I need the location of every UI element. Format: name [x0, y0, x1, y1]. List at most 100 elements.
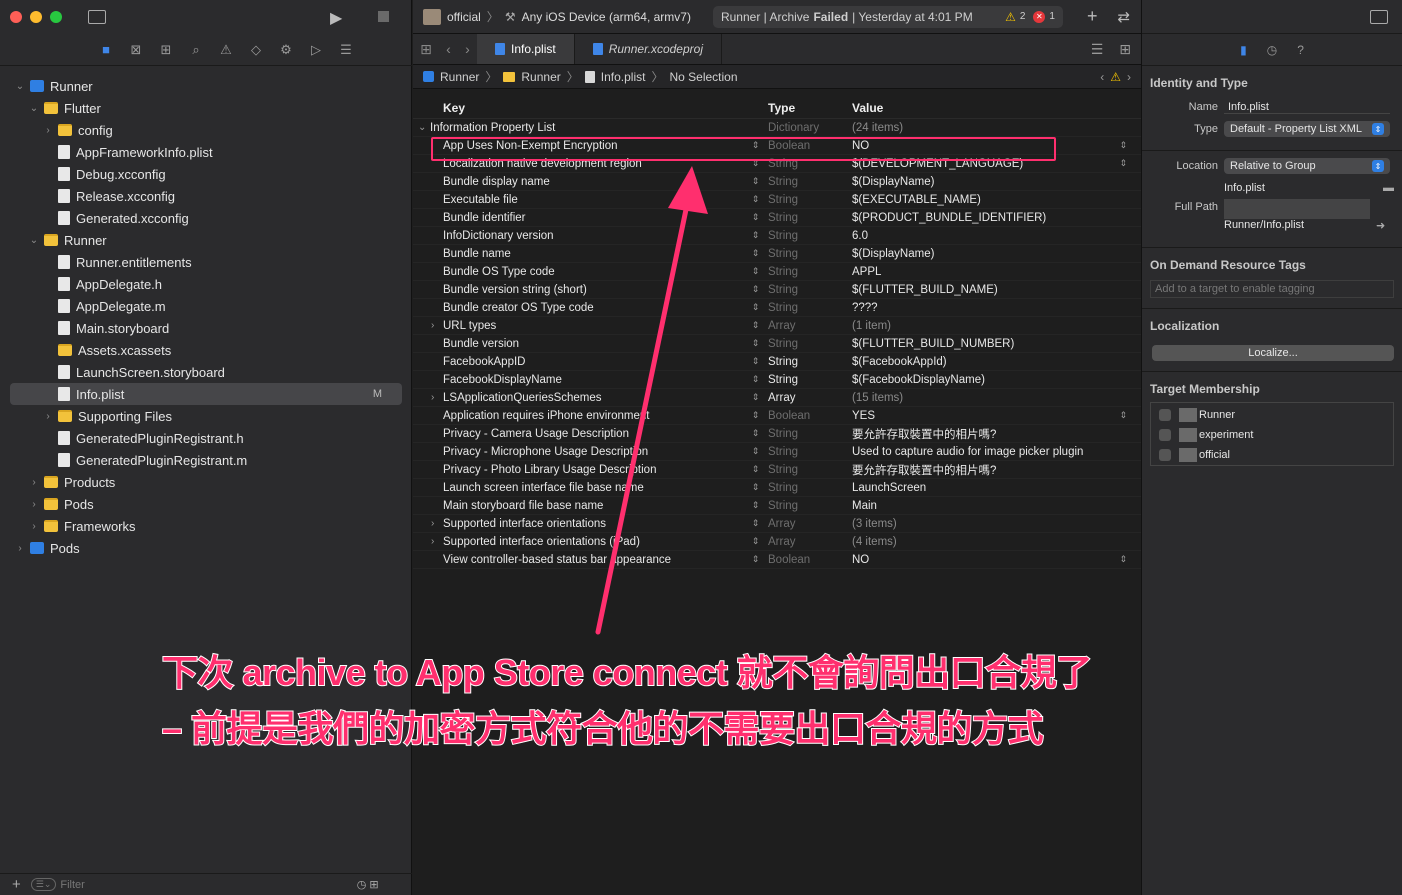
key-stepper-icon[interactable]: ⇕ [743, 500, 768, 511]
scheme-selector[interactable]: official 〉 ⚒ Any iOS Device (arm64, armv… [423, 8, 691, 25]
navigator-item[interactable]: Assets.xcassets [0, 339, 412, 361]
run-icon[interactable]: ▶ [330, 8, 342, 28]
plist-value[interactable]: $(FLUTTER_BUILD_NAME) [852, 284, 1141, 296]
key-stepper-icon[interactable]: ⇕ [743, 284, 768, 295]
plist-row[interactable]: Application requires iPhone environment ⇕… [413, 407, 1141, 425]
plist-value[interactable]: $(EXECUTABLE_NAME) [852, 194, 1141, 206]
key-stepper-icon[interactable]: ⇕ [743, 410, 768, 421]
jumpbar-selection[interactable]: No Selection [669, 70, 737, 84]
localize-button[interactable]: Localize... [1152, 345, 1394, 361]
plist-type[interactable]: String [768, 464, 852, 476]
disclosure-icon[interactable]: › [28, 499, 40, 510]
breakpoint-icon[interactable]: ▷ [308, 42, 324, 58]
navigator-item[interactable]: AppDelegate.h [0, 273, 412, 295]
plist-type[interactable]: String [768, 284, 852, 296]
plist-key[interactable]: InfoDictionary version [413, 230, 743, 242]
stop-icon[interactable] [378, 11, 389, 22]
plist-key[interactable]: FacebookAppID [413, 356, 743, 368]
plist-key[interactable]: Supported interface orientations (iPad) [413, 536, 743, 548]
navigator-item[interactable]: ⌄ Flutter [0, 97, 412, 119]
value-stepper-icon[interactable]: ⇕ [1119, 554, 1127, 565]
plist-row[interactable]: Bundle creator OS Type code ⇕ String???? [413, 299, 1141, 317]
key-stepper-icon[interactable]: ⇕ [743, 482, 768, 493]
value-stepper-icon[interactable]: ⇕ [1119, 410, 1127, 421]
plist-key[interactable]: Privacy - Microphone Usage Description [413, 446, 743, 458]
navigator-item[interactable]: AppFrameworkInfo.plist [0, 141, 412, 163]
plist-key[interactable]: FacebookDisplayName [413, 374, 743, 386]
key-stepper-icon[interactable]: ⇕ [743, 302, 768, 313]
disclosure-icon[interactable]: › [42, 125, 54, 136]
plist-row[interactable]: Launch screen interface file base name ⇕ S… [413, 479, 1141, 497]
plist-row[interactable]: › LSApplicationQueriesSchemes ⇕ Array (15 it… [413, 389, 1141, 407]
plist-value[interactable]: Main [852, 500, 1141, 512]
plist-key[interactable]: Bundle name [413, 248, 743, 260]
plist-type[interactable]: Array [768, 518, 852, 530]
plist-row[interactable]: FacebookAppID ⇕ String $(FacebookAppId) [413, 353, 1141, 371]
key-stepper-icon[interactable]: ⇕ [743, 392, 768, 403]
plist-row[interactable]: › Supported interface orientations (iPad)… [413, 533, 1141, 551]
disclosure-icon[interactable]: › [28, 521, 40, 532]
navigator-item[interactable]: LaunchScreen.storyboard [0, 361, 412, 383]
project-navigator-icon[interactable]: ■ [98, 42, 114, 58]
plist-value[interactable]: 要允許存取裝置中的相片嗎? [852, 462, 1141, 478]
plist-key[interactable]: Launch screen interface file base name [413, 482, 743, 494]
target-checkbox[interactable] [1159, 449, 1171, 461]
plist-value[interactable]: $(FacebookDisplayName) [852, 374, 1141, 386]
filter-field[interactable]: ☰⌄ Filter [30, 877, 351, 893]
plist-type[interactable]: Boolean [768, 554, 852, 566]
tab-runner-xcodeproj[interactable]: Runner.xcodeproj [575, 34, 722, 64]
plist-type[interactable]: String [768, 446, 852, 458]
editor-options-icon[interactable]: ☰ [1091, 41, 1104, 58]
navigator-item[interactable]: Runner.entitlements [0, 251, 412, 273]
plist-key[interactable]: Main storyboard file base name [413, 500, 743, 512]
plist-row[interactable]: Executable file ⇕ String $(EXECUTABLE_NAME) [413, 191, 1141, 209]
navigator-item[interactable]: Info.plist M [10, 383, 402, 405]
plist-row[interactable]: Bundle identifier ⇕ String $(PRODUCT_BUNDLE… [413, 209, 1141, 227]
type-popup[interactable]: Default - Property List XML ⇕ [1224, 121, 1390, 137]
plist-value[interactable]: (15 items) [852, 392, 1141, 404]
plist-key[interactable]: Bundle creator OS Type code [413, 302, 743, 314]
plist-type[interactable]: String [768, 176, 852, 188]
navigator-item[interactable]: Debug.xcconfig [0, 163, 412, 185]
key-stepper-icon[interactable]: ⇕ [743, 266, 768, 277]
plist-value[interactable]: (4 items) [852, 536, 1141, 548]
history-icon[interactable]: ◷ [1267, 43, 1277, 57]
review-changes-icon[interactable]: ⇄ [1117, 8, 1130, 26]
plist-row[interactable]: View controller-based status bar appeara… [413, 551, 1141, 569]
plist-key[interactable]: Bundle version string (short) [413, 284, 743, 296]
jumpbar-prev-issue-icon[interactable]: ‹ [1100, 70, 1104, 84]
plist-value[interactable]: $(DisplayName) [852, 176, 1141, 188]
plist-value[interactable]: $(FacebookAppId) [852, 356, 1141, 368]
disclosure-icon[interactable]: › [28, 477, 40, 488]
inspector-toggle-icon[interactable] [1370, 10, 1388, 24]
activity-viewer[interactable]: Runner | Archive Failed | Yesterday at 4… [712, 5, 1063, 28]
plist-row[interactable]: Bundle name ⇕ String $(DisplayName) [413, 245, 1141, 263]
target-runner[interactable]: Runner [1151, 405, 1393, 425]
destination-name[interactable]: Any iOS Device (arm64, armv7) [522, 10, 691, 24]
jumpbar-file[interactable]: Info.plist [601, 70, 646, 84]
plist-type[interactable]: String [768, 266, 852, 278]
key-stepper-icon[interactable]: ⇕ [743, 320, 768, 331]
plist-row[interactable]: FacebookDisplayName ⇕ String $(FacebookDisp… [413, 371, 1141, 389]
navigator-item[interactable]: › Pods [0, 493, 412, 515]
navigator-item[interactable]: ⌄ Runner [0, 75, 412, 97]
target-checkbox[interactable] [1159, 409, 1171, 421]
target-official[interactable]: official [1151, 445, 1393, 465]
target-experiment[interactable]: experiment [1151, 425, 1393, 445]
jumpbar-group[interactable]: Runner [521, 70, 560, 84]
plist-row[interactable]: Privacy - Photo Library Usage Descriptio… [413, 461, 1141, 479]
disclosure-icon[interactable]: › [14, 543, 26, 554]
key-stepper-icon[interactable]: ⇕ [743, 518, 768, 529]
jumpbar-warning-icon[interactable]: ⚠ [1110, 70, 1121, 84]
plist-value[interactable]: YES [852, 410, 1141, 422]
key-stepper-icon[interactable]: ⇕ [743, 536, 768, 547]
back-icon[interactable]: ‹ [446, 41, 451, 57]
split-editor-icon[interactable]: ⊞ [1119, 41, 1131, 58]
recent-files-icon[interactable]: ◷ ⊞ [357, 878, 379, 891]
disclosure-icon[interactable]: ⌄ [28, 235, 40, 246]
close-window-button[interactable] [10, 11, 22, 23]
key-column-header[interactable]: Key [413, 101, 768, 115]
plist-type[interactable]: String [768, 428, 852, 440]
key-stepper-icon[interactable]: ⇕ [743, 464, 768, 475]
plist-type[interactable]: Dictionary [768, 122, 852, 134]
